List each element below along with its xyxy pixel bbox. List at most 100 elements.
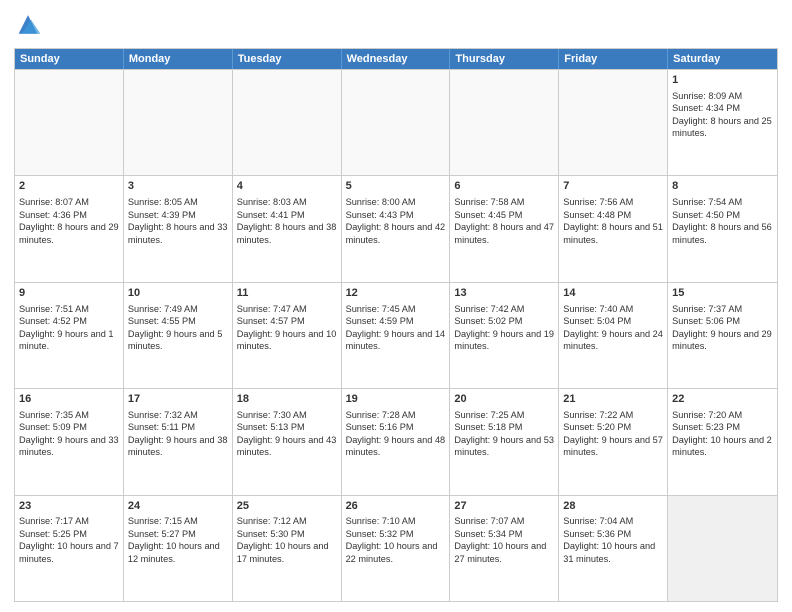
day-number: 28 (563, 499, 663, 514)
daylight-text: Daylight: 9 hours and 29 minutes. (672, 328, 773, 353)
daylight-text: Daylight: 10 hours and 31 minutes. (563, 540, 663, 565)
sunrise-text: Sunrise: 7:12 AM (237, 515, 337, 527)
sunset-text: Sunset: 4:34 PM (672, 102, 773, 114)
calendar: SundayMondayTuesdayWednesdayThursdayFrid… (14, 48, 778, 602)
daylight-text: Daylight: 10 hours and 7 minutes. (19, 540, 119, 565)
sunrise-text: Sunrise: 7:30 AM (237, 409, 337, 421)
sunrise-text: Sunrise: 7:15 AM (128, 515, 228, 527)
day-number: 23 (19, 499, 119, 514)
cal-cell-16: 16Sunrise: 7:35 AMSunset: 5:09 PMDayligh… (15, 389, 124, 494)
day-number: 14 (563, 286, 663, 301)
daylight-text: Daylight: 8 hours and 38 minutes. (237, 221, 337, 246)
sunset-text: Sunset: 4:55 PM (128, 315, 228, 327)
cal-cell-28: 28Sunrise: 7:04 AMSunset: 5:36 PMDayligh… (559, 496, 668, 601)
sunset-text: Sunset: 5:34 PM (454, 528, 554, 540)
sunset-text: Sunset: 5:25 PM (19, 528, 119, 540)
sunrise-text: Sunrise: 7:07 AM (454, 515, 554, 527)
sunset-text: Sunset: 5:32 PM (346, 528, 446, 540)
day-number: 21 (563, 392, 663, 407)
day-number: 9 (19, 286, 119, 301)
sunset-text: Sunset: 5:16 PM (346, 421, 446, 433)
sunrise-text: Sunrise: 8:05 AM (128, 196, 228, 208)
day-number: 2 (19, 179, 119, 194)
day-number: 16 (19, 392, 119, 407)
daylight-text: Daylight: 9 hours and 14 minutes. (346, 328, 446, 353)
header (14, 12, 778, 40)
daylight-text: Daylight: 9 hours and 43 minutes. (237, 434, 337, 459)
header-day-wednesday: Wednesday (342, 49, 451, 69)
day-number: 19 (346, 392, 446, 407)
header-day-thursday: Thursday (450, 49, 559, 69)
day-number: 18 (237, 392, 337, 407)
header-day-sunday: Sunday (15, 49, 124, 69)
cal-cell-11: 11Sunrise: 7:47 AMSunset: 4:57 PMDayligh… (233, 283, 342, 388)
cal-row-2: 9 Sunrise: 7:51 AMSunset: 4:52 PM Daylight… (15, 282, 777, 388)
header-day-monday: Monday (124, 49, 233, 69)
cal-cell-23: 23Sunrise: 7:17 AMSunset: 5:25 PMDayligh… (15, 496, 124, 601)
cal-cell-empty-0-2 (233, 70, 342, 175)
sunset-text: Sunset: 5:23 PM (672, 421, 773, 433)
sunset-text: Sunset: 5:02 PM (454, 315, 554, 327)
cal-cell-8: 8Sunrise: 7:54 AMSunset: 4:50 PMDaylight… (668, 176, 777, 281)
sunrise-text: Sunrise: 7:51 AM (19, 303, 119, 315)
sunset-text: Sunset: 4:43 PM (346, 209, 446, 221)
cal-cell-17: 17Sunrise: 7:32 AMSunset: 5:11 PMDayligh… (124, 389, 233, 494)
daylight-text: Daylight: 8 hours and 33 minutes. (128, 221, 228, 246)
daylight-text: Daylight: 8 hours and 51 minutes. (563, 221, 663, 246)
cal-cell-22: 22Sunrise: 7:20 AMSunset: 5:23 PMDayligh… (668, 389, 777, 494)
sunset-text: Sunset: 5:20 PM (563, 421, 663, 433)
daylight-text: Daylight: 9 hours and 10 minutes. (237, 328, 337, 353)
sunrise-text: Sunrise: 7:49 AM (128, 303, 228, 315)
cal-cell-20: 20Sunrise: 7:25 AMSunset: 5:18 PMDayligh… (450, 389, 559, 494)
sunset-text: Sunset: 4:50 PM (672, 209, 773, 221)
day-number: 15 (672, 286, 773, 301)
daylight-text: Daylight: 9 hours and 53 minutes. (454, 434, 554, 459)
cal-cell-6: 6Sunrise: 7:58 AMSunset: 4:45 PMDaylight… (450, 176, 559, 281)
cal-cell-empty-0-4 (450, 70, 559, 175)
cal-cell-1: 1Sunrise: 8:09 AMSunset: 4:34 PMDaylight… (668, 70, 777, 175)
sunset-text: Sunset: 4:57 PM (237, 315, 337, 327)
cal-cell-13: 13Sunrise: 7:42 AMSunset: 5:02 PMDayligh… (450, 283, 559, 388)
day-number: 6 (454, 179, 554, 194)
day-number: 26 (346, 499, 446, 514)
day-number: 13 (454, 286, 554, 301)
sunrise-text: Sunrise: 7:10 AM (346, 515, 446, 527)
day-number: 22 (672, 392, 773, 407)
sunrise-text: Sunrise: 7:42 AM (454, 303, 554, 315)
cal-cell-19: 19Sunrise: 7:28 AMSunset: 5:16 PMDayligh… (342, 389, 451, 494)
sunrise-text: Sunrise: 7:54 AM (672, 196, 773, 208)
daylight-text: Daylight: 9 hours and 48 minutes. (346, 434, 446, 459)
daylight-text: Daylight: 8 hours and 25 minutes. (672, 115, 773, 140)
sunrise-text: Sunrise: 7:32 AM (128, 409, 228, 421)
daylight-text: Daylight: 9 hours and 38 minutes. (128, 434, 228, 459)
cal-cell-empty-0-3 (342, 70, 451, 175)
sunset-text: Sunset: 4:59 PM (346, 315, 446, 327)
cal-cell-18: 18Sunrise: 7:30 AMSunset: 5:13 PMDayligh… (233, 389, 342, 494)
daylight-text: Daylight: 9 hours and 57 minutes. (563, 434, 663, 459)
sunrise-text: Sunrise: 8:00 AM (346, 196, 446, 208)
sunset-text: Sunset: 4:48 PM (563, 209, 663, 221)
day-number: 20 (454, 392, 554, 407)
daylight-text: Daylight: 8 hours and 42 minutes. (346, 221, 446, 246)
logo-icon (14, 12, 42, 40)
cal-cell-9: 9Sunrise: 7:51 AMSunset: 4:52 PMDaylight… (15, 283, 124, 388)
cal-cell-7: 7Sunrise: 7:56 AMSunset: 4:48 PMDaylight… (559, 176, 668, 281)
sunset-text: Sunset: 5:30 PM (237, 528, 337, 540)
sunset-text: Sunset: 5:36 PM (563, 528, 663, 540)
day-number: 17 (128, 392, 228, 407)
sunset-text: Sunset: 4:41 PM (237, 209, 337, 221)
sunset-text: Sunset: 4:52 PM (19, 315, 119, 327)
sunrise-text: Sunrise: 7:58 AM (454, 196, 554, 208)
sunrise-text: Sunrise: 8:03 AM (237, 196, 337, 208)
day-number: 12 (346, 286, 446, 301)
cal-cell-24: 24Sunrise: 7:15 AMSunset: 5:27 PMDayligh… (124, 496, 233, 601)
sunset-text: Sunset: 5:27 PM (128, 528, 228, 540)
day-number: 10 (128, 286, 228, 301)
calendar-header: SundayMondayTuesdayWednesdayThursdayFrid… (15, 49, 777, 69)
cal-cell-14: 14Sunrise: 7:40 AMSunset: 5:04 PMDayligh… (559, 283, 668, 388)
day-number: 24 (128, 499, 228, 514)
sunrise-text: Sunrise: 7:35 AM (19, 409, 119, 421)
day-number: 1 (672, 73, 773, 88)
daylight-text: Daylight: 10 hours and 12 minutes. (128, 540, 228, 565)
daylight-text: Daylight: 10 hours and 22 minutes. (346, 540, 446, 565)
